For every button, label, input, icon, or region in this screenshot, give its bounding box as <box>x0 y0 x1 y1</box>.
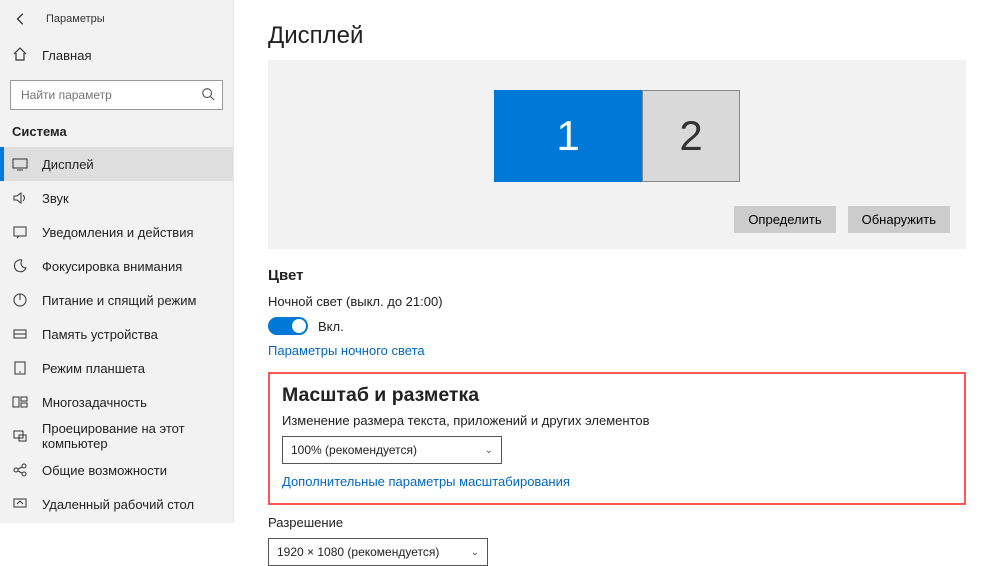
sidebar-item-label: Фокусировка внимания <box>42 259 182 274</box>
sidebar-item-label: Проецирование на этот компьютер <box>42 421 233 451</box>
monitor-actions: Определить Обнаружить <box>280 200 954 237</box>
resolution-select[interactable]: 1920 × 1080 (рекомендуется) ⌄ <box>268 538 488 566</box>
sidebar-item-notifications[interactable]: Уведомления и действия <box>0 215 233 249</box>
notification-icon <box>12 224 28 240</box>
night-light-toggle-row: Вкл. <box>268 317 966 335</box>
sidebar-item-remote[interactable]: Удаленный рабочий стол <box>0 487 233 521</box>
sidebar-item-label: Общие возможности <box>42 463 167 478</box>
scale-value: 100% (рекомендуется) <box>291 443 417 457</box>
sidebar-item-label: Режим планшета <box>42 361 145 376</box>
monitor-icon <box>12 156 28 172</box>
app-title: Параметры <box>46 13 105 25</box>
remote-icon <box>12 496 28 512</box>
sidebar-item-tablet[interactable]: Режим планшета <box>0 351 233 385</box>
home-icon <box>12 46 28 65</box>
tablet-icon <box>12 360 28 376</box>
night-light-toggle[interactable] <box>268 317 308 335</box>
sidebar-item-label: Питание и спящий режим <box>42 293 196 308</box>
sidebar-item-shared[interactable]: Общие возможности <box>0 453 233 487</box>
home-label: Главная <box>42 48 91 63</box>
sidebar-item-display[interactable]: Дисплей <box>0 147 233 181</box>
monitor-2[interactable]: 2 <box>642 90 740 182</box>
scale-description: Изменение размера текста, приложений и д… <box>282 413 952 428</box>
sidebar-item-label: Удаленный рабочий стол <box>42 497 194 512</box>
chevron-down-icon: ⌄ <box>485 445 493 456</box>
shared-icon <box>12 462 28 478</box>
sidebar-item-power[interactable]: Питание и спящий режим <box>0 283 233 317</box>
night-light-label: Ночной свет (выкл. до 21:00) <box>268 294 966 309</box>
main-content: Дисплей 1 2 Определить Обнаружить Цвет Н… <box>234 0 1000 523</box>
sidebar-item-sound[interactable]: Звук <box>0 181 233 215</box>
arrow-left-icon <box>14 12 28 26</box>
sidebar-item-label: Многозадачность <box>42 395 147 410</box>
sidebar-header: Параметры <box>0 0 233 38</box>
scale-section: Масштаб и разметка Изменение размера тек… <box>268 372 966 505</box>
scale-heading: Масштаб и разметка <box>282 384 952 407</box>
home-nav[interactable]: Главная <box>0 38 233 72</box>
sidebar-item-projecting[interactable]: Проецирование на этот компьютер <box>0 419 233 453</box>
sidebar-item-label: Звук <box>42 191 69 206</box>
monitor-arrangement[interactable]: 1 2 <box>280 72 954 200</box>
identify-button[interactable]: Обнаружить <box>848 206 950 233</box>
page-title: Дисплей <box>268 22 966 50</box>
sound-icon <box>12 190 28 206</box>
sidebar-item-storage[interactable]: Память устройства <box>0 317 233 351</box>
storage-icon <box>12 326 28 342</box>
multitask-icon <box>12 394 28 410</box>
resolution-value: 1920 × 1080 (рекомендуется) <box>277 545 439 559</box>
sidebar-item-focus[interactable]: Фокусировка внимания <box>0 249 233 283</box>
back-button[interactable] <box>8 6 34 32</box>
sidebar: Параметры Главная Система Дисплей Звук У… <box>0 0 234 523</box>
toggle-state: Вкл. <box>318 319 344 334</box>
sidebar-item-label: Уведомления и действия <box>42 225 194 240</box>
sidebar-item-label: Память устройства <box>42 327 158 342</box>
power-icon <box>12 292 28 308</box>
scale-select[interactable]: 100% (рекомендуется) ⌄ <box>282 436 502 464</box>
section-title: Система <box>0 120 233 147</box>
color-section: Цвет Ночной свет (выкл. до 21:00) Вкл. П… <box>268 267 966 358</box>
detect-button[interactable]: Определить <box>734 206 835 233</box>
monitor-panel: 1 2 Определить Обнаружить <box>268 60 966 249</box>
night-light-settings-link[interactable]: Параметры ночного света <box>268 343 966 358</box>
search-icon <box>201 87 215 104</box>
sidebar-item-multitask[interactable]: Многозадачность <box>0 385 233 419</box>
project-icon <box>12 428 28 444</box>
advanced-scaling-link[interactable]: Дополнительные параметры масштабирования <box>282 474 952 489</box>
moon-icon <box>12 258 28 274</box>
chevron-down-icon: ⌄ <box>471 547 479 558</box>
search-box[interactable] <box>10 80 223 110</box>
search-input[interactable] <box>10 80 223 110</box>
nav-list: Дисплей Звук Уведомления и действия Фоку… <box>0 147 233 523</box>
color-heading: Цвет <box>268 267 966 284</box>
sidebar-item-label: Дисплей <box>42 157 94 172</box>
monitor-1[interactable]: 1 <box>494 90 642 182</box>
